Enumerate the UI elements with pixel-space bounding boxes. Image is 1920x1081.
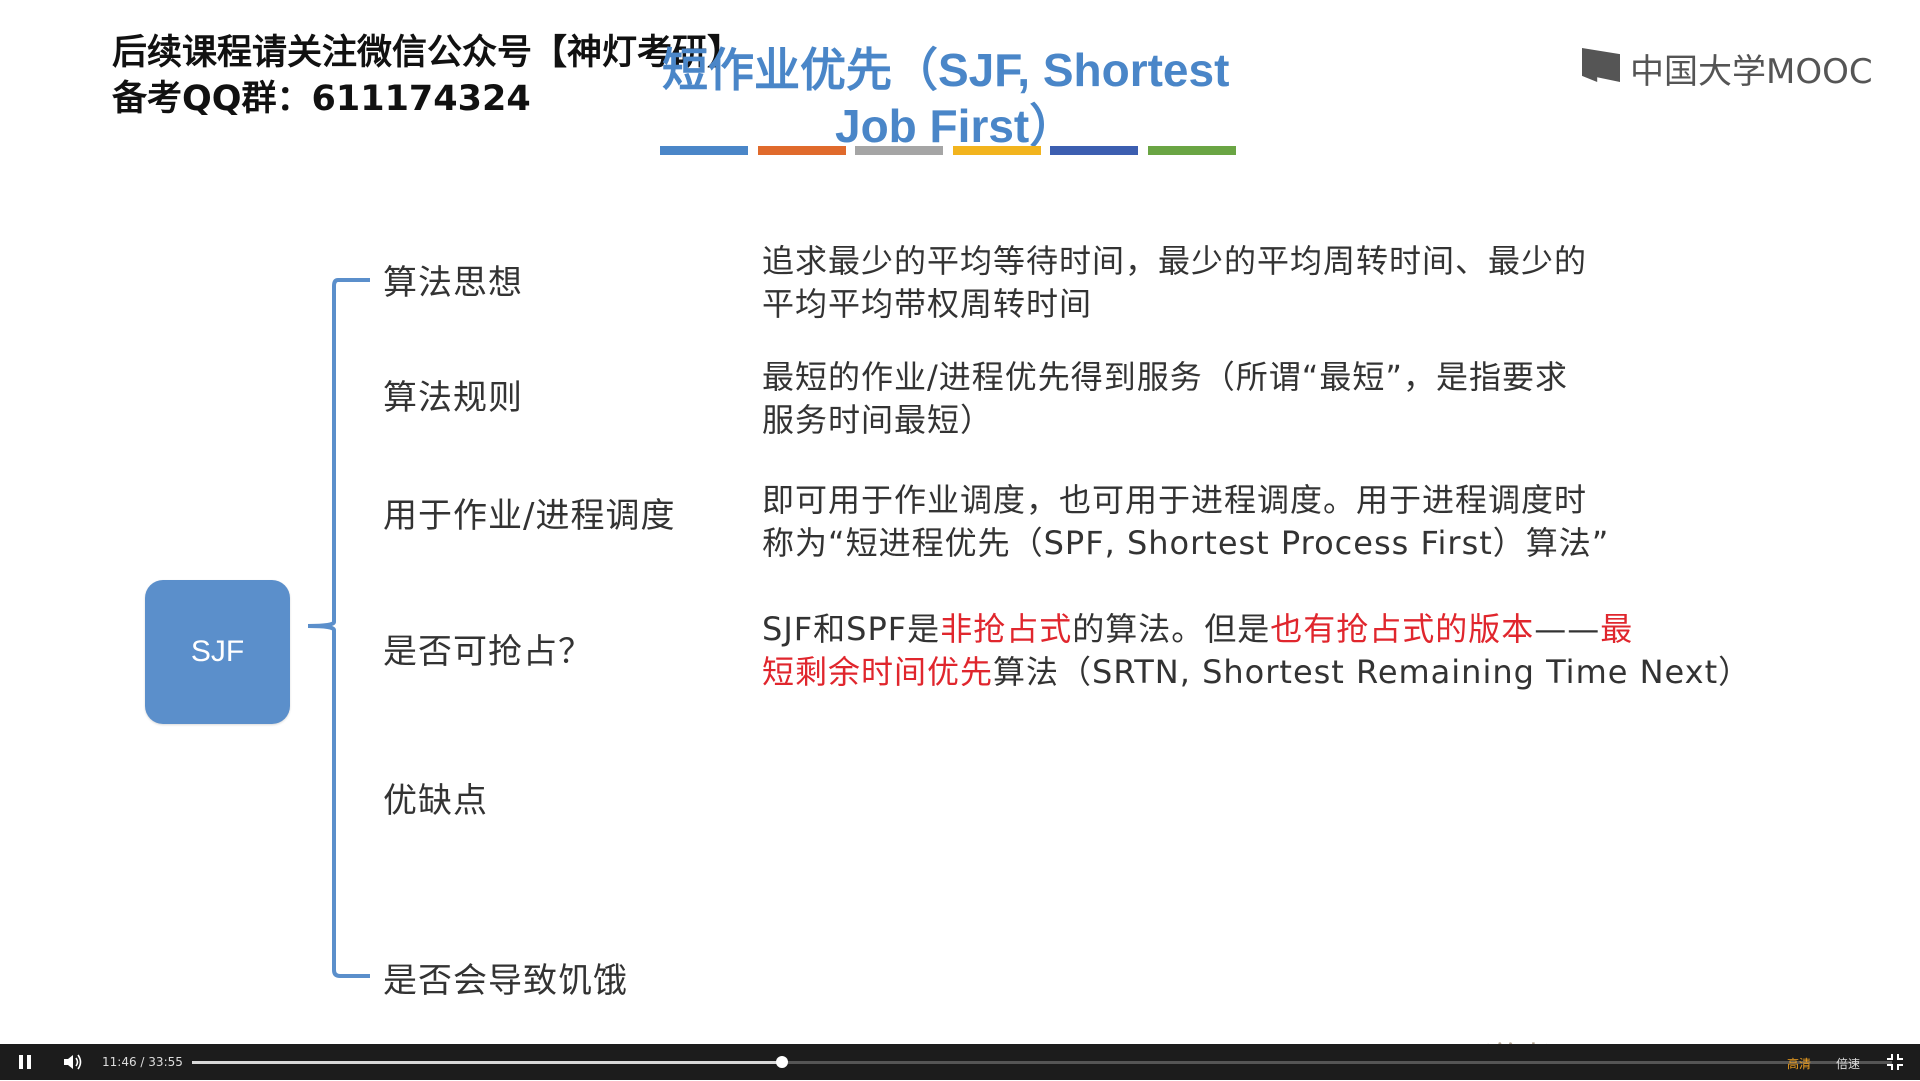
desc-text: —— — [1534, 610, 1601, 648]
desc-highlight: 短剩余时间优先 — [762, 653, 994, 691]
volume-icon[interactable] — [62, 1052, 84, 1072]
progress-bar-fill — [192, 1061, 782, 1064]
title-color-bar — [952, 146, 1041, 155]
title-color-bar — [757, 146, 846, 155]
sjf-node-label: SJF — [190, 635, 245, 668]
title-color-bar — [660, 146, 748, 155]
desc-line: 称为“短进程优先（SPF, Shortest Process First）算法” — [762, 524, 1610, 562]
quality-button[interactable]: 高清 — [1787, 1055, 1811, 1072]
desc-line: 服务时间最短） — [762, 401, 994, 439]
sjf-node: SJF — [145, 580, 290, 724]
mind-map-bracket — [307, 278, 370, 978]
time-separator: / — [140, 1055, 145, 1069]
desc-line: SJF和SPF是非抢占式的算法。但是也有抢占式的版本——最 — [762, 608, 1751, 651]
title-color-bar — [855, 146, 943, 155]
desc-line: 平均平均带权周转时间 — [762, 285, 1093, 323]
row-desc-algorithm-rule: 最短的作业/进程优先得到服务（所谓“最短”，是指要求 服务时间最短） — [762, 356, 1568, 442]
desc-line: 短剩余时间优先算法（SRTN, Shortest Remaining Time … — [762, 651, 1751, 694]
duration: 33:55 — [148, 1055, 183, 1069]
row-desc-preemptive: SJF和SPF是非抢占式的算法。但是也有抢占式的版本——最 短剩余时间优先算法（… — [762, 608, 1751, 694]
desc-line: 最短的作业/进程优先得到服务（所谓“最短”，是指要求 — [762, 358, 1568, 396]
row-desc-scheduling-usage: 即可用于作业调度，也可用于进程调度。用于进程调度时 称为“短进程优先（SPF, … — [762, 479, 1609, 565]
title-color-bar — [1147, 146, 1236, 155]
row-label-algorithm-idea: 算法思想 — [383, 263, 523, 303]
row-desc-algorithm-idea: 追求最少的平均等待时间，最少的平均周转时间、最少的 平均平均带权周转时间 — [762, 240, 1587, 326]
desc-highlight: 也有抢占式的版本 — [1270, 610, 1535, 648]
wechat-notice-text: 后续课程请关注微信公众号【神灯考研】 — [112, 33, 743, 73]
mooc-logo-text: 中国大学MOOC — [1630, 52, 1873, 92]
current-time: 11:46 — [102, 1055, 137, 1069]
desc-line: 即可用于作业调度，也可用于进程调度。用于进程调度时 — [762, 481, 1588, 519]
row-label-preemptive: 是否可抢占？ — [383, 632, 593, 672]
speed-button[interactable]: 倍速 — [1836, 1055, 1860, 1072]
desc-text: SJF和SPF是 — [762, 610, 941, 648]
mooc-logo-icon — [1582, 48, 1620, 82]
desc-text: 算法（SRTN, Shortest Remaining Time Next） — [993, 653, 1752, 691]
playback-time: 11:46 / 33:55 — [102, 1055, 183, 1069]
desc-highlight: 最 — [1600, 610, 1634, 648]
qq-group-text: 备考QQ群：611174324 — [112, 79, 531, 119]
desc-text: 的算法。但是 — [1072, 610, 1271, 648]
row-label-algorithm-rule: 算法规则 — [383, 378, 523, 418]
row-label-starvation: 是否会导致饥饿 — [383, 961, 628, 1001]
progress-handle[interactable] — [775, 1056, 788, 1068]
desc-line: 追求最少的平均等待时间，最少的平均周转时间、最少的 — [762, 242, 1588, 280]
row-label-scheduling-usage: 用于作业/进程调度 — [383, 496, 676, 536]
exit-fullscreen-icon[interactable] — [1886, 1053, 1904, 1071]
desc-highlight: 非抢占式 — [940, 610, 1073, 648]
row-label-pros-cons: 优缺点 — [383, 781, 488, 821]
pause-icon[interactable] — [16, 1053, 34, 1071]
title-color-bar — [1050, 146, 1138, 155]
